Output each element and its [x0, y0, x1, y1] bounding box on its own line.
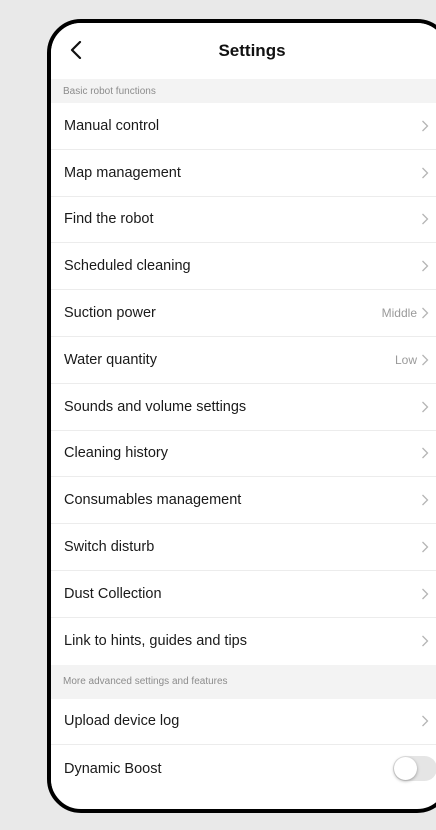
settings-item-dust-collection[interactable]: Dust Collection — [51, 570, 436, 618]
chevron-right-icon — [421, 167, 429, 179]
settings-item-sounds-volume[interactable]: Sounds and volume settings — [51, 383, 436, 431]
item-label: Find the robot — [64, 211, 154, 228]
chevron-right-icon — [421, 354, 429, 366]
settings-item-hints-guides[interactable]: Link to hints, guides and tips — [51, 617, 436, 665]
item-value: Low — [394, 352, 417, 367]
item-label: Link to hints, guides and tips — [64, 633, 247, 650]
item-label: Consumables management — [64, 492, 242, 509]
chevron-right-icon — [421, 715, 429, 727]
item-label: Dynamic Boost — [64, 760, 162, 777]
settings-item-map-management[interactable]: Map management — [51, 149, 436, 197]
chevron-right-icon — [421, 447, 429, 459]
page-title: Settings — [218, 41, 286, 60]
chevron-right-icon — [421, 588, 429, 600]
item-label: Sounds and volume settings — [64, 398, 247, 415]
settings-item-consumables[interactable]: Consumables management — [51, 477, 436, 525]
item-label: Cleaning history — [64, 445, 168, 462]
dynamic-boost-toggle[interactable] — [393, 756, 436, 782]
item-label: Upload device log — [64, 713, 180, 730]
settings-item-dynamic-boost: Dynamic Boost — [51, 745, 436, 793]
settings-item-manual-control[interactable]: Manual control — [51, 103, 436, 150]
item-label: Suction power — [64, 305, 156, 322]
item-label: Switch disturb — [64, 539, 155, 556]
settings-item-scheduled-cleaning[interactable]: Scheduled cleaning — [51, 243, 436, 291]
item-label: Water quantity — [64, 351, 157, 368]
settings-item-switch-disturb[interactable]: Switch disturb — [51, 524, 436, 571]
item-value: Middle — [381, 306, 417, 321]
item-label: Scheduled cleaning — [64, 258, 191, 275]
item-label: Dust Collection — [64, 585, 162, 602]
back-button[interactable] — [61, 33, 91, 67]
chevron-right-icon — [421, 494, 429, 506]
chevron-left-icon — [70, 41, 82, 59]
settings-item-suction-power[interactable]: Suction power Middle — [51, 290, 436, 337]
settings-item-water-quantity[interactable]: Water quantity Low — [51, 336, 436, 384]
chevron-right-icon — [421, 541, 429, 553]
chevron-right-icon — [421, 260, 429, 272]
chevron-right-icon — [421, 307, 429, 319]
chevron-right-icon — [421, 635, 429, 647]
toggle-knob — [394, 757, 417, 781]
phone-frame: Settings Basic robot functions Manual co… — [47, 19, 436, 813]
settings-item-upload-log[interactable]: Upload device log — [51, 698, 436, 746]
navigation-bar: Settings — [51, 23, 436, 79]
item-label: Map management — [64, 164, 181, 181]
settings-item-find-robot[interactable]: Find the robot — [51, 196, 436, 244]
chevron-right-icon — [421, 401, 429, 413]
item-label: Manual control — [64, 117, 160, 134]
section-header-basic: Basic robot functions — [51, 79, 436, 103]
section-header-advanced: More advanced settings and features — [51, 664, 436, 699]
chevron-right-icon — [421, 213, 429, 225]
settings-item-cleaning-history[interactable]: Cleaning history — [51, 430, 436, 478]
chevron-right-icon — [421, 120, 429, 132]
